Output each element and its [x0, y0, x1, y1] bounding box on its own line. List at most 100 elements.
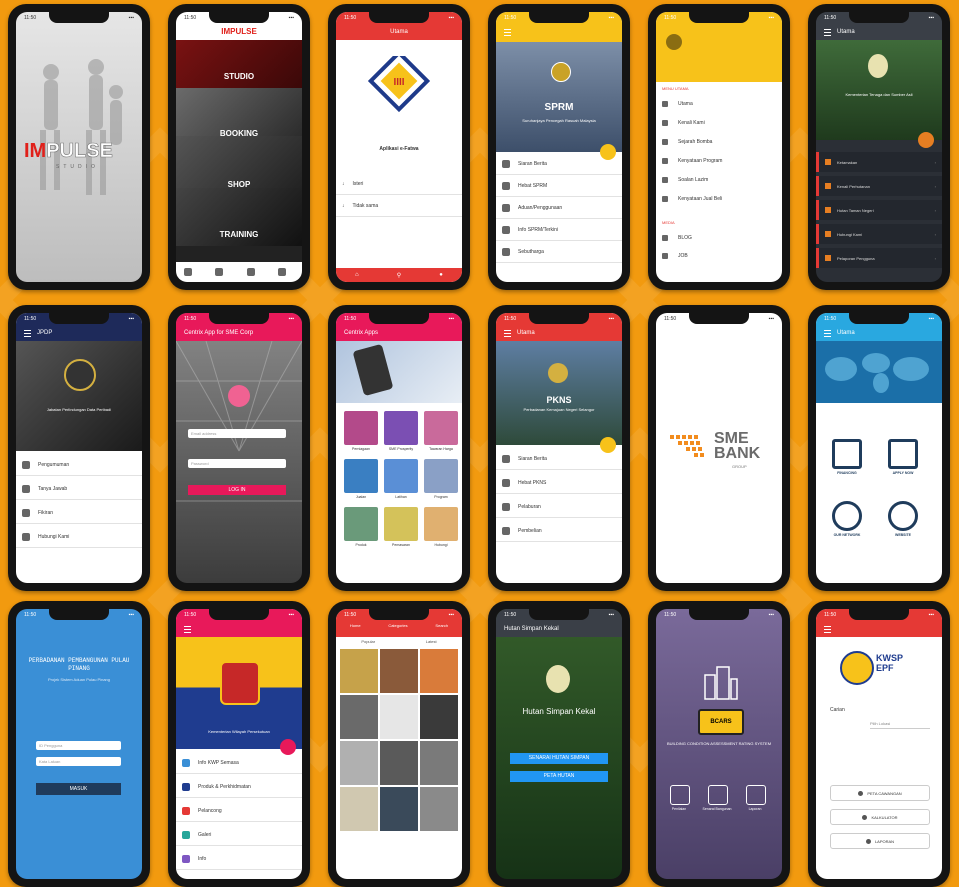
jpdp-row[interactable]: Hubungi Kami	[16, 527, 142, 548]
hamburger-icon[interactable]	[824, 625, 831, 633]
app-tile[interactable]	[344, 507, 378, 541]
product-thumbnail[interactable]	[420, 741, 458, 785]
menu-booking[interactable]: BOOKING	[176, 129, 302, 138]
globe-icon[interactable]	[888, 501, 918, 531]
kwsp-action-button[interactable]: LAPORAN	[830, 833, 930, 849]
password-field[interactable]: Kata Laluan	[36, 757, 121, 766]
pkns-row[interactable]: Pembelian	[496, 521, 622, 542]
location-select[interactable]: Pilih Lokasi	[870, 721, 930, 729]
kwp-row[interactable]: Info KWP Semasa	[176, 753, 302, 774]
sprm-row[interactable]: Info SPRM/Terkini	[496, 220, 622, 241]
card-icon[interactable]	[832, 439, 862, 469]
feature-icon[interactable]	[708, 785, 728, 805]
tab-search[interactable]: Search	[435, 623, 448, 628]
product-thumbnail[interactable]	[380, 695, 418, 739]
product-thumbnail[interactable]	[340, 649, 378, 693]
menu-item[interactable]: Kenali Perhutanan ›	[816, 176, 942, 196]
product-thumbnail[interactable]	[340, 787, 378, 831]
sprm-row[interactable]: Siaran Berita	[496, 154, 622, 175]
chart-icon[interactable]	[215, 268, 224, 276]
person-id-icon[interactable]	[888, 439, 918, 469]
senarai-hutan-button[interactable]: SENARAI HUTAN SIMPAN	[510, 753, 608, 764]
menu-item[interactable]: Pelaporan Pengguna ›	[816, 248, 942, 268]
pkns-row[interactable]: Hebat PKNS	[496, 473, 622, 494]
tab-categories[interactable]: Categories	[388, 623, 407, 628]
search-icon[interactable]: ⚲	[397, 272, 401, 279]
menu-studio[interactable]: STUDIO	[176, 72, 302, 81]
pkns-row[interactable]: Siaran Berita	[496, 449, 622, 470]
product-thumbnail[interactable]	[340, 741, 378, 785]
app-tile-label: Jualan	[355, 495, 367, 499]
filter-latest[interactable]: Latest	[426, 639, 437, 644]
jpdp-row[interactable]: Tanya Jawab	[16, 479, 142, 500]
tab-home[interactable]: Home	[350, 623, 361, 628]
kwp-row[interactable]: Pelancong	[176, 801, 302, 822]
kwsp-action-button[interactable]: KALKULATOR	[830, 809, 930, 825]
hamburger-icon[interactable]	[824, 28, 831, 36]
feature-icon[interactable]	[670, 785, 690, 805]
hamburger-icon[interactable]	[504, 28, 511, 36]
login-button[interactable]: MASUK	[36, 783, 121, 795]
drawer-item[interactable]: Kenyataan Program	[662, 153, 782, 169]
menu-item[interactable]: Hubungi Kami ›	[816, 224, 942, 244]
filter-popular[interactable]: Popular	[361, 639, 375, 644]
efatwa-row[interactable]: ↓ Isteri	[336, 174, 462, 195]
drawer-item[interactable]: Utama	[662, 96, 782, 112]
menu-icon[interactable]: ●	[439, 272, 443, 278]
product-thumbnail[interactable]	[420, 695, 458, 739]
app-tile[interactable]	[424, 507, 458, 541]
jpdp-row[interactable]: Pengumuman	[16, 455, 142, 476]
hamburger-icon[interactable]	[504, 329, 511, 337]
app-tile[interactable]	[344, 411, 378, 445]
calendar-icon[interactable]	[246, 268, 255, 276]
product-thumbnail[interactable]	[380, 741, 418, 785]
home-icon[interactable]	[183, 268, 192, 276]
location-pin-icon[interactable]	[832, 501, 862, 531]
hamburger-icon[interactable]	[24, 329, 31, 337]
pkns-row[interactable]: Pelaburan	[496, 497, 622, 518]
product-thumbnail[interactable]	[420, 787, 458, 831]
product-thumbnail[interactable]	[380, 649, 418, 693]
hamburger-icon[interactable]	[824, 329, 831, 337]
menu-shop[interactable]: SHOP	[176, 180, 302, 189]
menu-item[interactable]: Hutan Taman Negeri ›	[816, 200, 942, 220]
kwp-row[interactable]: Produk & Perkhidmatan	[176, 777, 302, 798]
drawer-item[interactable]: Soalan Lazim	[662, 172, 782, 188]
drawer-item[interactable]: BLOG	[662, 230, 782, 246]
app-tile[interactable]	[424, 411, 458, 445]
drawer-item[interactable]: Sejarah Bomba	[662, 134, 782, 150]
sprm-row[interactable]: Aduan/Penggunaan	[496, 198, 622, 219]
feature-icon[interactable]	[746, 785, 766, 805]
password-field[interactable]: Password	[188, 459, 286, 468]
menu-item-icon	[662, 101, 668, 107]
kwp-row[interactable]: Galeri	[176, 825, 302, 846]
app-tile[interactable]	[424, 459, 458, 493]
app-tile[interactable]	[344, 459, 378, 493]
fab[interactable]	[918, 132, 934, 148]
product-thumbnail[interactable]	[340, 695, 378, 739]
app-tile[interactable]	[384, 411, 418, 445]
peta-hutan-button[interactable]: PETA HUTAN	[510, 771, 608, 782]
login-button[interactable]: LOG IN	[188, 485, 286, 495]
email-field[interactable]: Email address	[188, 429, 286, 438]
home-icon[interactable]: ⌂	[355, 272, 359, 278]
drawer-item[interactable]: Kenali Kami	[662, 115, 782, 131]
hamburger-icon[interactable]	[184, 625, 191, 633]
menu-item-label: Hubungi Kami	[837, 231, 863, 237]
efatwa-row[interactable]: ↓ Tidak sama	[336, 196, 462, 217]
kwsp-action-button[interactable]: PETA CAWANGAN	[830, 785, 930, 801]
product-thumbnail[interactable]	[380, 787, 418, 831]
bag-icon[interactable]	[278, 268, 287, 276]
jpdp-row[interactable]: Fikiran	[16, 503, 142, 524]
sprm-row[interactable]: Sebutharga	[496, 242, 622, 263]
product-thumbnail[interactable]	[420, 649, 458, 693]
drawer-item[interactable]: JOB	[662, 248, 782, 264]
menu-item[interactable]: Ketamakan ›	[816, 152, 942, 172]
app-tile[interactable]	[384, 507, 418, 541]
menu-training[interactable]: TRAINING	[176, 230, 302, 239]
app-tile[interactable]	[384, 459, 418, 493]
drawer-item[interactable]: Kenyataan Jual Beli	[662, 191, 782, 207]
kwp-row[interactable]: Info	[176, 849, 302, 870]
sprm-row[interactable]: Hebat SPRM	[496, 176, 622, 197]
username-field[interactable]: ID Pengguna	[36, 741, 121, 750]
